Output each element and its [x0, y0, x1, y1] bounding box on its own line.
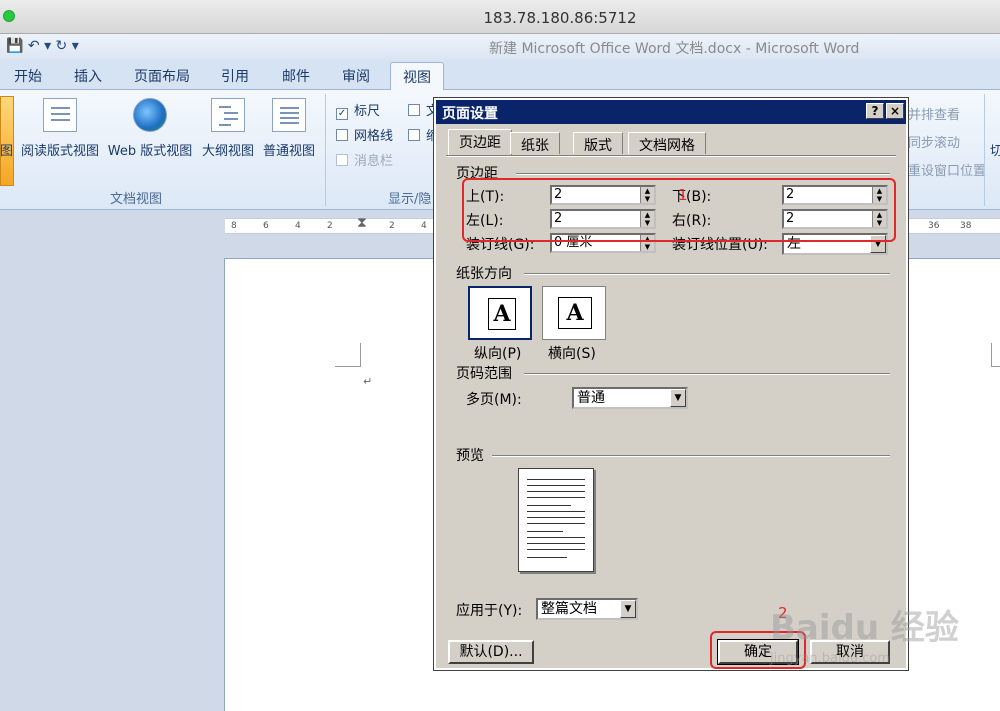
tab-review[interactable]: 审阅 [342, 66, 370, 86]
remote-host-title: 183.78.180.86:5712 [483, 9, 637, 27]
apply-to-value: 整篇文档 [541, 601, 597, 617]
orientation-section-label: 纸张方向 [456, 266, 512, 282]
ruler-tick: 36 [928, 221, 940, 231]
tab-insert[interactable]: 插入 [74, 66, 102, 86]
dropdown-arrow-icon[interactable]: ▼ [670, 389, 686, 407]
watermark-url: jingyan.baidu.com [770, 651, 890, 666]
ruler-tick: 4 [421, 221, 427, 231]
indent-marker-icon[interactable]: ⧗ [357, 215, 367, 231]
dropdown-arrow-icon[interactable]: ▼ [620, 600, 636, 618]
group-label-document-views: 文档视图 [110, 192, 163, 207]
margin-corner-mark [991, 343, 1000, 367]
reading-layout-label: 阅读版式视图 [20, 144, 99, 159]
default-button[interactable]: 默认(D)... [448, 640, 534, 664]
quick-access-toolbar[interactable]: 💾 ↶ ▾ ↻ ▾ [6, 38, 79, 54]
checkbox-unchecked-icon [336, 129, 348, 141]
remote-window-titlebar: 183.78.180.86:5712 [0, 0, 1000, 34]
open-book-icon [43, 98, 77, 132]
group-divider [325, 94, 326, 206]
draft-icon [272, 98, 306, 132]
multiple-pages-value: 普通 [577, 390, 605, 406]
tab-mailings[interactable]: 邮件 [282, 66, 310, 86]
watermark-text: Baidu 经验 [770, 608, 959, 648]
tab-page-layout[interactable]: 页面布局 [134, 66, 190, 86]
ruler-checkbox[interactable]: ✓ 标尺 [336, 100, 380, 120]
pages-section-label: 页码范围 [456, 366, 512, 382]
page-preview [518, 468, 594, 572]
checkbox-unchecked-icon [408, 104, 420, 116]
portrait-page-icon: A [488, 298, 516, 330]
section-divider [492, 455, 890, 457]
portrait-label: 纵向(P) [474, 346, 522, 362]
landscape-page-icon: A [558, 297, 592, 329]
annotation-number-1: 1 [678, 186, 688, 204]
landscape-option[interactable]: A [542, 286, 606, 340]
margin-corner-mark [335, 343, 361, 367]
gridlines-checkbox-label: 网格线 [354, 129, 394, 144]
help-button[interactable]: ? [866, 103, 884, 119]
ruler-tick: 2 [389, 221, 395, 231]
message-bar-checkbox[interactable]: 消息栏 [336, 150, 393, 169]
paragraph-mark-icon: ↵ [363, 375, 373, 388]
tab-panel-border [446, 155, 896, 157]
tab-layout[interactable]: 版式 [573, 132, 623, 154]
tab-paper[interactable]: 纸张 [510, 132, 560, 154]
ruler-checkbox-label: 标尺 [354, 104, 381, 119]
tab-document-grid[interactable]: 文档网格 [628, 132, 706, 154]
sync-scroll-button[interactable]: 同步滚动 [908, 132, 960, 151]
landscape-label: 横向(S) [548, 346, 596, 362]
close-button[interactable]: × [886, 103, 904, 119]
ruler-tick: 6 [263, 221, 269, 231]
side-by-side-button[interactable]: 并排查看 [908, 104, 960, 123]
outline-view-label: 大纲视图 [201, 144, 254, 159]
word-titlebar: 💾 ↶ ▾ ↻ ▾ 新建 Microsoft Office Word 文档.do… [0, 34, 1000, 60]
preview-section-label: 预览 [456, 448, 484, 464]
ruler-tick: 4 [295, 221, 301, 231]
globe-icon [133, 98, 167, 132]
group-divider [984, 94, 985, 206]
ruler-tick: 2 [327, 221, 333, 231]
gridlines-checkbox[interactable]: 网格线 [336, 125, 393, 144]
switch-windows-button-partial[interactable]: 切 [990, 140, 1000, 159]
apply-to-select[interactable]: 整篇文档 ▼ [536, 598, 638, 620]
baidu-watermark: Baidu 经验 jingyan.baidu.com [770, 600, 990, 690]
group-label-show-hide: 显示/隐 [388, 192, 432, 207]
multiple-pages-label: 多页(M): [466, 392, 522, 408]
reading-layout-button[interactable]: 阅读版式视图 [18, 98, 102, 159]
section-divider [516, 173, 890, 175]
outline-icon [211, 98, 245, 132]
print-layout-label-partial: 图 [0, 144, 14, 159]
ruler-tick: 8 [231, 221, 237, 231]
tab-view[interactable]: 视图 [390, 62, 444, 91]
section-divider [524, 373, 890, 375]
tab-margins[interactable]: 页边距 [448, 129, 512, 155]
checkbox-disabled-icon [336, 154, 348, 166]
checkbox-unchecked-icon [408, 129, 420, 141]
tab-references[interactable]: 引用 [221, 66, 249, 86]
section-divider [524, 273, 890, 275]
tab-home[interactable]: 开始 [14, 66, 42, 86]
portrait-option[interactable]: A [468, 286, 532, 340]
web-layout-label: Web 版式视图 [107, 144, 193, 159]
web-layout-button[interactable]: Web 版式视图 [104, 98, 196, 159]
document-title: 新建 Microsoft Office Word 文档.docx - Micro… [489, 41, 860, 57]
dialog-title: 页面设置 [442, 106, 498, 122]
ruler-tick: 38 [960, 221, 972, 231]
outline-view-button[interactable]: 大纲视图 [198, 98, 258, 159]
draft-view-button[interactable]: 普通视图 [260, 98, 318, 159]
message-bar-checkbox-label: 消息栏 [354, 154, 394, 169]
ribbon-tabs: 开始 插入 页面布局 引用 邮件 审阅 视图 [0, 60, 1000, 91]
draft-view-label: 普通视图 [262, 144, 315, 159]
apply-to-label: 应用于(Y): [456, 603, 523, 619]
checkbox-checked-icon: ✓ [336, 108, 348, 120]
dialog-titlebar: 页面设置 ? × [436, 100, 906, 124]
multiple-pages-select[interactable]: 普通 ▼ [572, 387, 688, 409]
reset-window-position-button[interactable]: 重设窗口位置 [908, 160, 986, 179]
